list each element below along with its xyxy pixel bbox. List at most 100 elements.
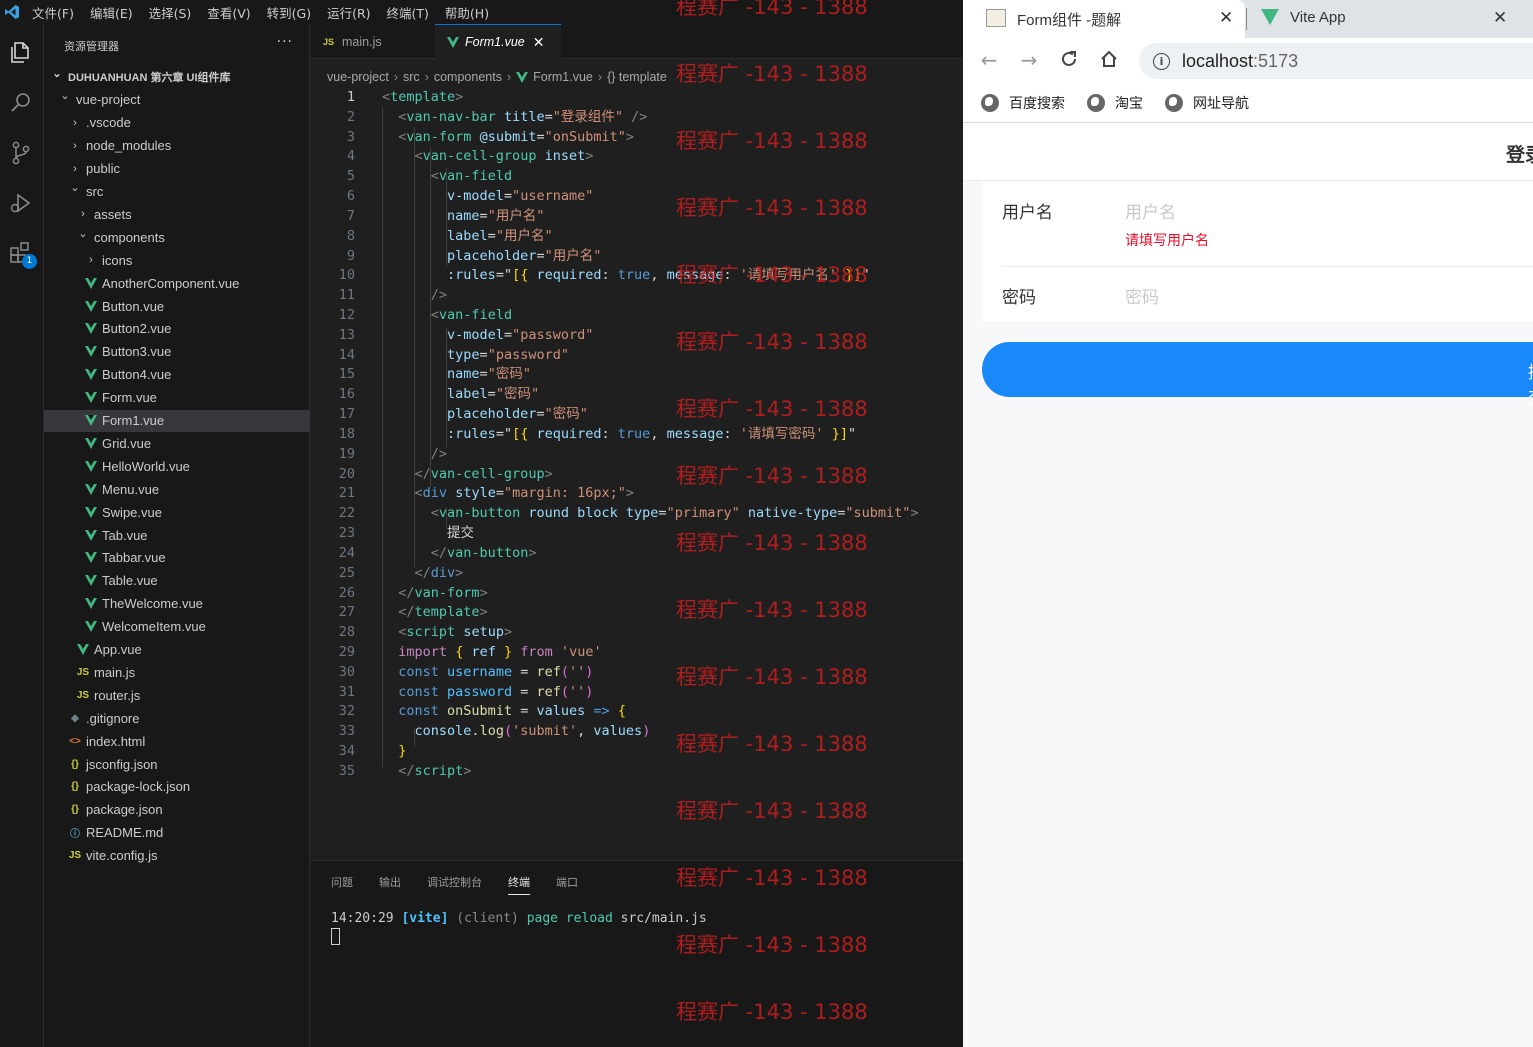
nav-bar-title: 登录组件: [1506, 144, 1533, 166]
menu-item[interactable]: 帮助(H): [437, 3, 497, 22]
tree-item[interactable]: ⌄ DUHUANHUAN 第六章 UI组件库: [44, 66, 310, 88]
menu-item[interactable]: 运行(R): [319, 3, 378, 22]
panel-tab[interactable]: 端口: [556, 874, 578, 895]
tree-item[interactable]: › node_modules: [44, 135, 310, 157]
reload-icon[interactable]: [1057, 48, 1081, 72]
breadcrumb-item[interactable]: {} template: [607, 70, 667, 84]
username-input[interactable]: 用户名: [1125, 198, 1176, 223]
code-line: 23 提交: [311, 523, 963, 543]
tree-item[interactable]: ⌄ components: [44, 226, 310, 248]
tree-item[interactable]: {} package.json: [44, 799, 310, 821]
breadcrumb-item[interactable]: vue-project: [327, 70, 389, 84]
panel-tab[interactable]: 终端: [508, 874, 530, 895]
tree-item[interactable]: Form.vue: [44, 387, 310, 409]
forward-icon[interactable]: →: [1017, 48, 1041, 72]
code-line: 9 placeholder="用户名": [311, 246, 963, 266]
code-line: 1 <template>: [311, 87, 963, 107]
tree-item[interactable]: ⌄ vue-project: [44, 89, 310, 111]
breadcrumb-item[interactable]: Form1.vue: [533, 70, 593, 84]
tree-item[interactable]: Table.vue: [44, 570, 310, 592]
explorer-icon[interactable]: [6, 38, 36, 68]
menu-item[interactable]: 选择(S): [141, 3, 200, 22]
close-tab-icon[interactable]: ✕: [533, 34, 545, 51]
source-control-icon[interactable]: [6, 138, 36, 168]
tree-item[interactable]: › assets: [44, 203, 310, 225]
tree-item[interactable]: {} package-lock.json: [44, 776, 310, 798]
tree-item[interactable]: Swipe.vue: [44, 501, 310, 523]
tree-item[interactable]: › icons: [44, 249, 310, 271]
tree-item[interactable]: Form1.vue: [44, 409, 310, 432]
close-tab-icon[interactable]: ✕: [1493, 8, 1507, 28]
browser-tab-vite[interactable]: Vite App ✕: [1261, 0, 1521, 36]
tree-item[interactable]: ⓘ README.md: [44, 822, 310, 844]
menu-item[interactable]: 转到(G): [259, 3, 319, 22]
chevron-right-icon: ›: [73, 116, 77, 129]
line-number: 25: [338, 564, 355, 581]
tree-item[interactable]: Tab.vue: [44, 524, 310, 546]
tree-item[interactable]: › public: [44, 158, 310, 180]
tree-item[interactable]: ◆ .gitignore: [44, 707, 310, 729]
tree-item[interactable]: Grid.vue: [44, 432, 310, 454]
run-debug-icon[interactable]: [6, 188, 36, 218]
tree-item[interactable]: TheWelcome.vue: [44, 593, 310, 615]
vite-vue-favicon-icon: [1261, 9, 1279, 25]
vue-logo-icon: [85, 277, 97, 289]
terminal-cursor[interactable]: [331, 928, 340, 945]
menu-item[interactable]: 终端(T): [379, 3, 437, 22]
line-number: 12: [338, 307, 355, 324]
panel-tab[interactable]: 问题: [331, 874, 353, 895]
vue-logo-icon: [85, 483, 97, 495]
vue-file-icon: [84, 482, 98, 496]
code-line: 29 import { ref } from 'vue': [311, 642, 963, 662]
tree-item[interactable]: App.vue: [44, 639, 310, 661]
menu-item[interactable]: 编辑(E): [82, 3, 141, 22]
submit-button[interactable]: 提交: [982, 342, 1533, 408]
browser-window: Form组件 -题解 ✕ Vite App ✕ ← → i localhost:…: [963, 0, 1533, 1047]
extensions-icon[interactable]: 1: [6, 238, 37, 269]
tree-item[interactable]: {} jsconfig.json: [44, 753, 310, 775]
tree-item[interactable]: Button2.vue: [44, 318, 310, 340]
tree-item[interactable]: JS main.js: [44, 661, 310, 683]
home-icon[interactable]: [1097, 48, 1121, 72]
menu-item[interactable]: 查看(V): [199, 3, 258, 22]
back-icon[interactable]: ←: [977, 48, 1001, 72]
tab-main-js[interactable]: JS main.js: [311, 24, 435, 59]
tree-item[interactable]: HelloWorld.vue: [44, 455, 310, 477]
breadcrumb-item[interactable]: src: [403, 70, 420, 84]
tree-item[interactable]: ⌄ src: [44, 181, 310, 203]
menu-item[interactable]: 文件(F): [24, 3, 82, 22]
bookmark-item[interactable]: 淘宝: [1087, 93, 1143, 113]
tree-item[interactable]: WelcomeItem.vue: [44, 616, 310, 638]
site-info-icon[interactable]: i: [1153, 52, 1170, 70]
code-text: import { ref } from 'vue': [398, 643, 602, 660]
tree-item[interactable]: Menu.vue: [44, 478, 310, 500]
vue-file-icon: [84, 528, 98, 542]
tree-item[interactable]: Button3.vue: [44, 341, 310, 363]
tree-item[interactable]: <> index.html: [44, 730, 310, 752]
close-tab-icon[interactable]: ✕: [1219, 8, 1233, 28]
tree-item[interactable]: Button.vue: [44, 295, 310, 317]
line-number: 2: [346, 108, 355, 125]
more-actions-icon[interactable]: ···: [277, 34, 293, 50]
terminal-vite-tag: [vite]: [401, 911, 449, 926]
submit-label: 提交: [1528, 358, 1533, 408]
address-bar[interactable]: i localhost:5173: [1139, 43, 1533, 79]
bookmark-item[interactable]: 网址导航: [1165, 93, 1249, 113]
tree-item[interactable]: › .vscode: [44, 112, 310, 134]
bookmark-item[interactable]: 百度搜索: [981, 93, 1065, 113]
browser-tab-form[interactable]: Form组件 -题解 ✕: [963, 0, 1245, 38]
tree-item[interactable]: Button4.vue: [44, 364, 310, 386]
search-icon[interactable]: [6, 88, 36, 118]
tree-item[interactable]: JS router.js: [44, 684, 310, 706]
breadcrumb-item[interactable]: components: [434, 70, 502, 84]
tree-item[interactable]: AnotherComponent.vue: [44, 272, 310, 294]
js-file-icon: JS: [76, 689, 90, 701]
password-input[interactable]: 密码: [1125, 283, 1159, 308]
tree-item[interactable]: JS vite.config.js: [44, 845, 310, 867]
browser-tab-label: Vite App: [1290, 9, 1346, 26]
panel-tab[interactable]: 调试控制台: [427, 874, 482, 895]
tree-item[interactable]: Tabbar.vue: [44, 547, 310, 569]
tab-form1-vue[interactable]: Form1.vue ✕: [435, 24, 561, 59]
panel-tab[interactable]: 输出: [379, 874, 401, 895]
vscode-window: 文件(F) 编辑(E) 选择(S) 查看(V) 转到(G) 运行(R) 终端(T) 帮助(H)…: [0, 0, 963, 1047]
